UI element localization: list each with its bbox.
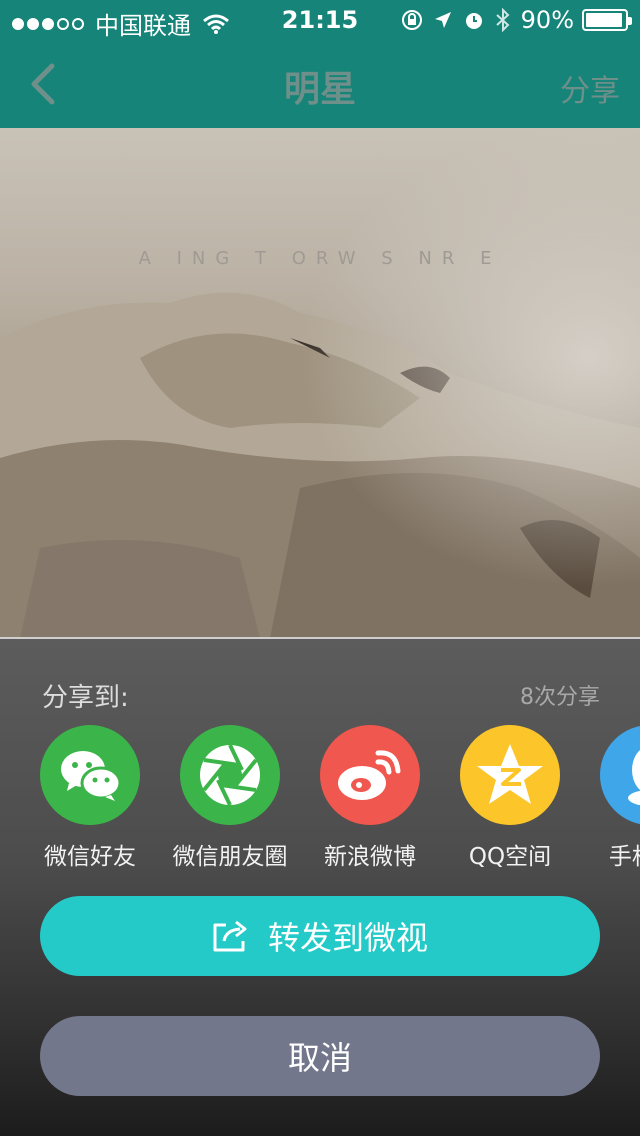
share-target-label: QQ空间 bbox=[468, 844, 552, 870]
cancel-button-label: 取消 bbox=[287, 1039, 352, 1077]
share-targets: 微信好友 微信朋友圈 新浪微博 QQ空间 手 bbox=[0, 725, 640, 875]
bluetooth-icon bbox=[495, 8, 510, 32]
video-overlay-text: A ING T ORW S NR E bbox=[138, 248, 502, 269]
share-out-icon bbox=[213, 920, 247, 952]
share-target-weibo[interactable]: 新浪微博 bbox=[300, 725, 440, 871]
qzone-icon bbox=[460, 725, 560, 825]
battery-percent: 90% bbox=[520, 6, 574, 34]
wechat-icon bbox=[40, 725, 140, 825]
share-target-label: 微信朋友圈 bbox=[172, 844, 288, 870]
share-sheet: 分享到: 8次分享 微信好友 微信朋友圈 新浪微博 QQ空间 手 转发到微视 取… bbox=[0, 639, 640, 1136]
share-target-label: 手机QQ bbox=[608, 844, 640, 870]
page-title: 明星 bbox=[283, 69, 356, 110]
share-button[interactable]: 分享 bbox=[560, 66, 620, 110]
share-target-moments[interactable]: 微信朋友圈 bbox=[160, 725, 300, 871]
video-frame-image bbox=[0, 128, 640, 638]
moments-icon bbox=[180, 725, 280, 825]
location-icon bbox=[434, 12, 451, 28]
share-target-label: 新浪微博 bbox=[324, 844, 416, 870]
video-player[interactable]: A ING T ORW S NR E bbox=[0, 128, 640, 638]
qq-icon bbox=[600, 725, 640, 825]
weibo-icon bbox=[320, 725, 420, 825]
nav-bar: 明星 分享 bbox=[0, 40, 640, 128]
share-target-qq[interactable]: 手机QQ bbox=[580, 725, 640, 871]
share-target-wechat[interactable]: 微信好友 bbox=[20, 725, 160, 871]
forward-button-label: 转发到微视 bbox=[267, 919, 428, 957]
forward-to-weishi-button[interactable]: 转发到微视 bbox=[40, 896, 600, 976]
status-right: 90% bbox=[391, 6, 632, 34]
alarm-icon bbox=[465, 13, 482, 29]
cancel-button[interactable]: 取消 bbox=[40, 1016, 600, 1096]
share-target-qzone[interactable]: QQ空间 bbox=[440, 725, 580, 871]
share-count: 8次分享 bbox=[520, 685, 600, 710]
share-target-label: 微信好友 bbox=[44, 844, 136, 870]
status-bar: 中国联通 21:15 90% bbox=[0, 0, 640, 40]
rotation-lock-icon bbox=[401, 10, 422, 30]
share-sheet-title: 分享到: bbox=[42, 683, 129, 713]
battery-icon bbox=[582, 9, 632, 31]
